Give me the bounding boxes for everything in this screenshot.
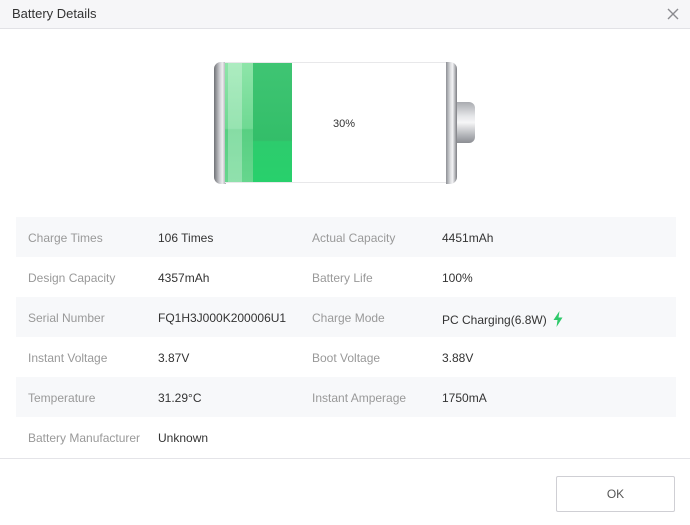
design-capacity-label: Design Capacity <box>28 271 116 285</box>
charge-mode-cell: PC Charging(6.8W) <box>442 311 563 327</box>
serial-number-value: FQ1H3J000K200006U1 <box>158 311 287 325</box>
battery-details-table: Charge Times 106 Times Actual Capacity 4… <box>16 217 676 457</box>
table-row: Battery Manufacturer Unknown <box>16 417 676 457</box>
design-capacity-value: 4357mAh <box>158 271 210 285</box>
table-row: Instant Voltage 3.87V Boot Voltage 3.88V <box>16 337 676 377</box>
instant-amperage-label: Instant Amperage <box>312 391 407 405</box>
table-row: Charge Times 106 Times Actual Capacity 4… <box>16 217 676 257</box>
battery-life-value: 100% <box>442 271 473 285</box>
close-icon <box>667 8 679 20</box>
charge-times-label: Charge Times <box>28 231 103 245</box>
window-title: Battery Details <box>12 6 97 21</box>
battery-graphic: 30% <box>214 62 478 184</box>
instant-voltage-value: 3.87V <box>158 351 190 365</box>
title-bar: Battery Details <box>0 0 690 29</box>
table-row: Temperature 31.29°C Instant Amperage 175… <box>16 377 676 417</box>
battery-manufacturer-value: Unknown <box>158 431 209 445</box>
charge-times-value: 106 Times <box>158 231 214 245</box>
instant-voltage-label: Instant Voltage <box>28 351 108 365</box>
battery-life-label: Battery Life <box>312 271 373 285</box>
battery-percentage: 30% <box>333 118 356 130</box>
boot-voltage-label: Boot Voltage <box>312 351 381 365</box>
temperature-value: 31.29°C <box>158 391 202 405</box>
ok-button[interactable]: OK <box>556 476 675 512</box>
table-row: Serial Number FQ1H3J000K200006U1 Charge … <box>16 297 676 337</box>
battery-manufacturer-label: Battery Manufacturer <box>28 431 141 445</box>
footer-divider <box>0 458 690 459</box>
charge-mode-value: PC Charging(6.8W) <box>442 313 547 327</box>
battery-terminal <box>457 102 475 143</box>
charge-mode-label: Charge Mode <box>312 311 385 325</box>
close-button[interactable] <box>662 3 684 25</box>
boot-voltage-value: 3.88V <box>442 351 474 365</box>
actual-capacity-label: Actual Capacity <box>312 231 396 245</box>
lightning-bolt-icon <box>553 311 563 327</box>
battery-right-cap <box>446 62 457 184</box>
actual-capacity-value: 4451mAh <box>442 231 494 245</box>
battery-level-fill <box>225 63 292 182</box>
instant-amperage-value: 1750mA <box>442 391 487 405</box>
table-row: Design Capacity 4357mAh Battery Life 100… <box>16 257 676 297</box>
temperature-label: Temperature <box>28 391 96 405</box>
serial-number-label: Serial Number <box>28 311 105 325</box>
